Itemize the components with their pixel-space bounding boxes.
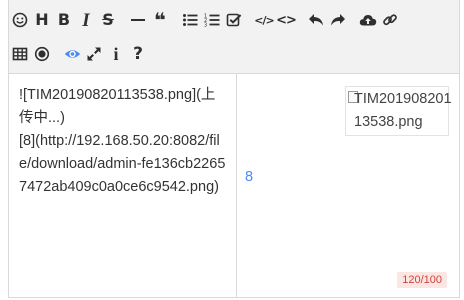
undo-icon[interactable] bbox=[305, 8, 327, 32]
upload-icon[interactable] bbox=[357, 8, 379, 32]
italic-icon[interactable]: I bbox=[75, 8, 97, 32]
toolbar-spacer bbox=[245, 11, 253, 29]
task-list-icon[interactable] bbox=[223, 8, 245, 32]
link-icon[interactable] bbox=[379, 8, 401, 32]
svg-text:3: 3 bbox=[204, 23, 207, 29]
code-icon[interactable]: </> bbox=[253, 8, 275, 32]
char-count-badge: 120/100 bbox=[397, 272, 447, 288]
bold-icon[interactable]: B bbox=[53, 8, 75, 32]
preview-link[interactable]: 8 bbox=[245, 169, 253, 185]
code-block-icon[interactable]: <> bbox=[275, 8, 297, 32]
preview-broken-image: TIM20190820113538.png bbox=[345, 86, 452, 136]
horizontal-rule-icon[interactable] bbox=[127, 8, 149, 32]
help-icon[interactable]: ? bbox=[127, 42, 149, 66]
italic-glyph: I bbox=[82, 9, 90, 31]
toolbar-spacer bbox=[119, 11, 127, 29]
preview-pane: TIM20190820113538.png 8 120/100 bbox=[237, 74, 459, 298]
unordered-list-icon[interactable] bbox=[179, 8, 201, 32]
heading-icon[interactable]: H bbox=[31, 8, 53, 32]
table-icon[interactable] bbox=[9, 42, 31, 66]
image-alt-text: TIM20190820113538.png bbox=[354, 91, 452, 130]
heading-glyph: H bbox=[35, 10, 49, 29]
strikethrough-icon[interactable]: S bbox=[97, 8, 119, 32]
strikethrough-glyph: S bbox=[102, 10, 114, 29]
help-glyph: ? bbox=[133, 43, 143, 64]
quote-glyph: ❝ bbox=[154, 8, 166, 32]
toolbar-spacer bbox=[53, 45, 61, 63]
editor-toolbar: H B I S ❝ 123 </> <> i ? bbox=[9, 0, 459, 74]
code-block-glyph: <> bbox=[276, 12, 297, 28]
preview-eye-icon[interactable] bbox=[61, 42, 83, 66]
record-icon[interactable] bbox=[31, 42, 53, 66]
markdown-source-text[interactable]: ![TIM20190820113538.png](上传中...) [8](htt… bbox=[9, 74, 236, 199]
bold-glyph: B bbox=[57, 10, 71, 29]
markdown-editor: H B I S ❝ 123 </> <> i ? ![TIM2019082011… bbox=[8, 0, 460, 298]
toolbar-row-1: H B I S ❝ 123 </> <> bbox=[9, 6, 401, 34]
ordered-list-icon[interactable]: 123 bbox=[201, 8, 223, 32]
quote-icon[interactable]: ❝ bbox=[149, 8, 171, 32]
emoji-icon[interactable] bbox=[9, 8, 31, 32]
toolbar-spacer bbox=[349, 11, 357, 29]
fullscreen-icon[interactable] bbox=[83, 42, 105, 66]
info-glyph: i bbox=[113, 44, 119, 64]
redo-icon[interactable] bbox=[327, 8, 349, 32]
toolbar-spacer bbox=[297, 11, 305, 29]
info-icon[interactable]: i bbox=[105, 42, 127, 66]
toolbar-row-2: i ? bbox=[9, 40, 149, 68]
toolbar-spacer bbox=[171, 11, 179, 29]
markdown-source-pane[interactable]: ![TIM20190820113538.png](上传中...) [8](htt… bbox=[9, 74, 237, 298]
code-glyph: </> bbox=[254, 13, 274, 27]
